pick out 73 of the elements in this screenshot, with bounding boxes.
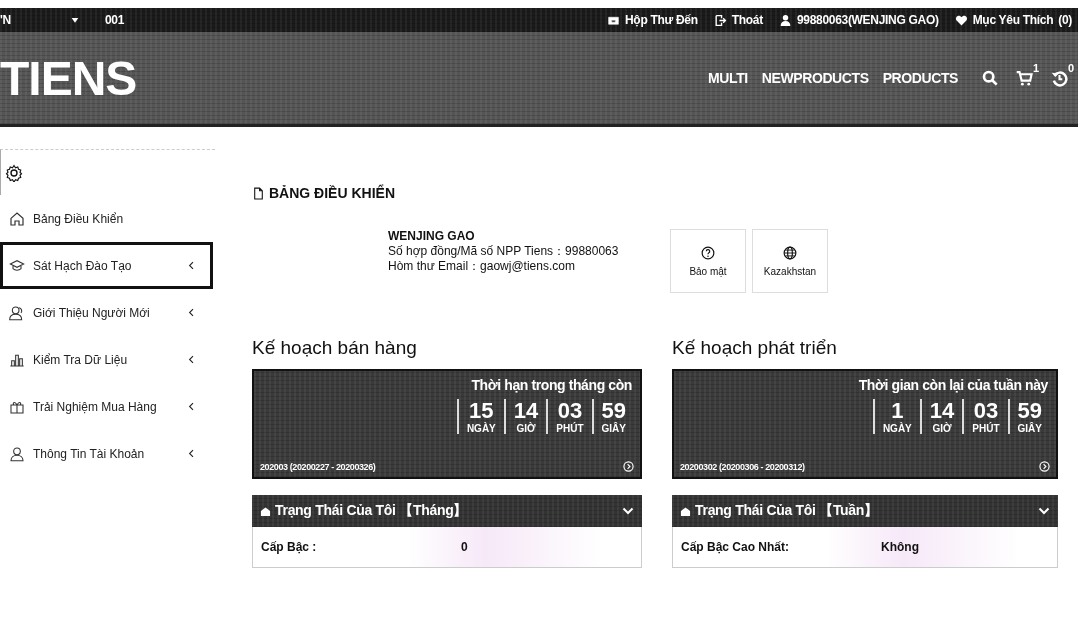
- globe-icon: [783, 245, 797, 260]
- top-link[interactable]: Thoát: [713, 13, 763, 27]
- user-icon: [9, 445, 25, 462]
- countdown-value: 03: [557, 399, 583, 423]
- period-label: 202003 (20200227 - 20200326): [260, 462, 376, 472]
- heart-icon: [954, 13, 968, 27]
- users-icon: [9, 304, 25, 321]
- countdown-unit: NGÀY: [882, 423, 912, 434]
- search-icon[interactable]: [982, 70, 998, 86]
- section-title: Kế hoạch bán hàng: [252, 337, 418, 359]
- arrow-circle-icon[interactable]: [1039, 461, 1050, 472]
- chevron-down-icon: [1038, 505, 1050, 517]
- caret-icon[interactable]: [70, 16, 79, 24]
- settings-icon[interactable]: [5, 163, 23, 182]
- home-icon: [9, 210, 25, 227]
- sidebar-item[interactable]: Trải Nghiệm Mua Hàng: [0, 383, 213, 430]
- countdown-unit: PHÚT: [972, 423, 1000, 434]
- logo[interactable]: TIENS: [0, 50, 137, 106]
- countdown-unit: GIÂY: [1017, 423, 1042, 434]
- history-count: 0: [1067, 61, 1074, 74]
- sidebar-item[interactable]: Kiểm Tra Dữ Liệu: [0, 336, 213, 383]
- countdown-unit: GIỜ: [932, 423, 952, 434]
- section-title: Kế hoạch phát triển: [672, 337, 838, 359]
- countdown-value: 14: [513, 399, 539, 423]
- top-link[interactable]: 99880063(WENJING GAO): [778, 13, 939, 27]
- logout-icon: [713, 13, 727, 27]
- sidebar-item[interactable]: Thông Tin Tài Khoản: [0, 430, 213, 477]
- status-value: 0: [461, 540, 468, 554]
- quick-button[interactable]: Kazakhstan: [752, 229, 828, 293]
- countdown-unit: GIÂY: [601, 423, 626, 434]
- countdown-unit: GIỜ: [516, 423, 536, 434]
- user-name: WENJING GAO: [388, 229, 476, 244]
- nav-link[interactable]: PRODUCTS: [882, 70, 958, 86]
- help-icon: [701, 245, 715, 260]
- countdown-value: 14: [929, 399, 955, 423]
- profile-detail: Số hợp đồng/Mã số NPP Tiens：99880063: [388, 244, 620, 259]
- profile-detail: Hòm thư Email：gaowj@tiens.com: [388, 259, 576, 274]
- user-icon: [778, 13, 792, 27]
- graduation-cap-icon: [9, 257, 25, 274]
- nav-link[interactable]: MULTI: [708, 70, 748, 86]
- countdown-title: Thời gian còn lại của tuần này: [858, 377, 1048, 393]
- sidebar-item[interactable]: Sát Hạch Đào Tạo: [0, 242, 213, 289]
- cart-count: 1: [1032, 61, 1039, 74]
- cart-icon[interactable]: [1016, 69, 1033, 87]
- countdown-value: 1: [891, 399, 904, 423]
- countdown-unit: NGÀY: [466, 423, 496, 434]
- countdown-value: 59: [1017, 399, 1042, 423]
- chevron-down-icon: [622, 505, 634, 517]
- document-icon: [252, 186, 265, 200]
- status-value: Không: [881, 540, 919, 554]
- countdown-title: Thời hạn trong tháng còn: [471, 377, 632, 393]
- countdown-value: 15: [469, 399, 494, 423]
- sidebar-item[interactable]: Bảng Điều Khiển: [0, 195, 213, 242]
- page-title: BẢNG ĐIỀU KHIỂN: [269, 185, 395, 201]
- home-icon: [260, 505, 271, 517]
- history-icon[interactable]: [1051, 69, 1068, 87]
- top-link[interactable]: Mục Yêu Thích (0): [954, 13, 1072, 27]
- period-label: 20200302 (20200306 - 20200312): [680, 462, 805, 472]
- countdown-value: 59: [601, 399, 626, 423]
- arrow-circle-icon[interactable]: [623, 461, 634, 472]
- sidebar-item[interactable]: Giới Thiệu Người Mới: [0, 289, 213, 336]
- top-link[interactable]: Hộp Thư Đến: [607, 13, 698, 27]
- status-label: Cấp Bậc Cao Nhất:: [681, 540, 791, 554]
- status-header[interactable]: Trạng Thái Của Tôi 【Tháng】: [252, 495, 642, 527]
- countdown-unit: PHÚT: [556, 423, 584, 434]
- home-icon: [680, 505, 691, 517]
- quick-button[interactable]: Bảo mật: [670, 229, 746, 293]
- status-label: Cấp Bậc :: [261, 540, 318, 554]
- nav-link[interactable]: NEWPRODUCTS: [761, 70, 869, 86]
- language-label[interactable]: 'N: [0, 13, 11, 27]
- countdown-value: 03: [973, 399, 999, 423]
- account-code: 001: [104, 13, 125, 27]
- status-header[interactable]: Trạng Thái Của Tôi 【Tuần】: [672, 495, 1058, 527]
